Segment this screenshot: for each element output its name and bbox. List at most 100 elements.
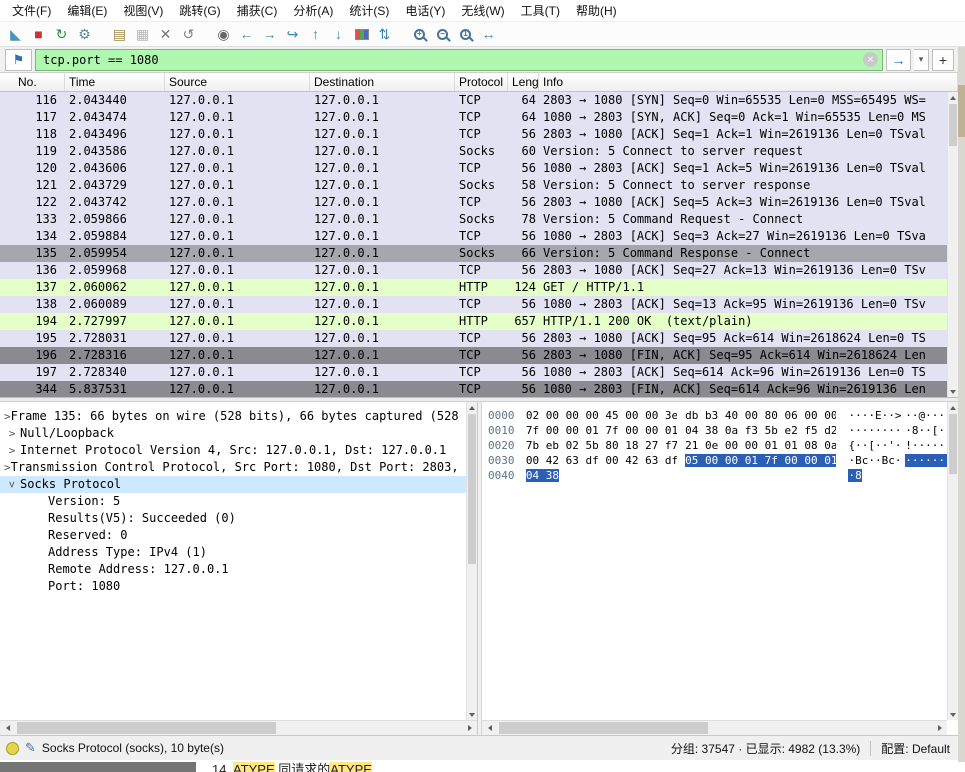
scroll-left-icon[interactable] — [0, 721, 15, 735]
start-capture-button[interactable]: ◣ — [4, 23, 27, 45]
scroll-up-icon[interactable] — [467, 402, 477, 413]
display-filter-input[interactable]: tcp.port == 1080 ✕ — [35, 49, 883, 71]
column-header-source[interactable]: Source — [165, 73, 310, 91]
detail-row[interactable]: >Socks Protocol — [0, 476, 477, 493]
details-hscroll-thumb[interactable] — [17, 722, 276, 734]
scroll-right-icon[interactable] — [462, 721, 477, 735]
zoom-reset-button[interactable]: 1 — [454, 23, 477, 45]
scroll-up-icon[interactable] — [948, 92, 958, 103]
detail-row[interactable]: >Transmission Control Protocol, Src Port… — [0, 459, 477, 476]
packet-row[interactable]: 1222.043742127.0.0.1127.0.0.1TCP562803 →… — [0, 194, 958, 211]
column-header-destination[interactable]: Destination — [310, 73, 455, 91]
packet-row[interactable]: 1332.059866127.0.0.1127.0.0.1Socks78Vers… — [0, 211, 958, 228]
menu-item-edit[interactable]: 编辑(E) — [59, 0, 115, 22]
packet-row[interactable]: 1382.060089127.0.0.1127.0.0.1TCP561080 →… — [0, 296, 958, 313]
detail-row[interactable]: Address Type: IPv4 (1) — [0, 544, 477, 561]
menu-item-capture[interactable]: 捕获(C) — [229, 0, 286, 22]
packet-row[interactable]: 1942.727997127.0.0.1127.0.0.1HTTP657HTTP… — [0, 313, 958, 330]
packet-row[interactable]: 1162.043440127.0.0.1127.0.0.1TCP642803 →… — [0, 92, 958, 109]
packet-row[interactable]: 1362.059968127.0.0.1127.0.0.1TCP562803 →… — [0, 262, 958, 279]
column-header-info[interactable]: Info — [539, 73, 958, 91]
scroll-down-icon[interactable] — [467, 709, 477, 720]
save-file-button[interactable]: ▦ — [131, 23, 154, 45]
hex-row[interactable]: 00207b eb 02 5b 80 18 27 f721 0e 00 00 0… — [488, 438, 958, 453]
filter-apply-button[interactable]: → — [886, 49, 911, 71]
open-file-button[interactable]: ▤ — [108, 23, 131, 45]
detail-row[interactable]: Port: 1080 — [0, 578, 477, 595]
menu-item-file[interactable]: 文件(F) — [4, 0, 59, 22]
detail-row[interactable]: Results(V5): Succeeded (0) — [0, 510, 477, 527]
packet-row[interactable]: 1182.043496127.0.0.1127.0.0.1TCP562803 →… — [0, 126, 958, 143]
expander-icon[interactable]: > — [4, 408, 11, 425]
hex-row[interactable]: 004004 38·8 — [488, 468, 958, 483]
go-forward-button[interactable]: → — [258, 23, 281, 45]
resize-columns-button[interactable]: ↔ — [477, 23, 500, 45]
status-profile[interactable]: 配置: Default — [881, 740, 950, 757]
packet-row[interactable]: 1352.059954127.0.0.1127.0.0.1Socks66Vers… — [0, 245, 958, 262]
details-hscrollbar[interactable] — [0, 720, 477, 735]
scroll-down-icon[interactable] — [948, 709, 958, 720]
packet-row[interactable]: 1202.043606127.0.0.1127.0.0.1TCP561080 →… — [0, 160, 958, 177]
detail-row[interactable]: Reserved: 0 — [0, 527, 477, 544]
go-to-top-button[interactable]: ↑ — [304, 23, 327, 45]
column-header-no[interactable]: No. — [0, 73, 65, 91]
capture-options-button[interactable]: ⚙ — [73, 23, 96, 45]
reload-button[interactable]: ↺ — [177, 23, 200, 45]
go-back-button[interactable]: ← — [235, 23, 258, 45]
scroll-down-icon[interactable] — [948, 386, 958, 397]
packet-row[interactable]: 1372.060062127.0.0.1127.0.0.1HTTP124GET … — [0, 279, 958, 296]
packet-row[interactable]: 1962.728316127.0.0.1127.0.0.1TCP562803 →… — [0, 347, 958, 364]
capture-comment-icon[interactable]: ✎ — [25, 740, 36, 756]
menu-item-go[interactable]: 跳转(G) — [171, 0, 228, 22]
colorize-toggle-button[interactable] — [350, 23, 373, 45]
filter-clear-icon[interactable]: ✕ — [863, 52, 878, 67]
details-scrollbar[interactable] — [466, 402, 477, 720]
hex-row[interactable]: 00107f 00 00 01 7f 00 00 0104 38 0a f3 5… — [488, 423, 958, 438]
zoom-out-button[interactable]: − — [431, 23, 454, 45]
go-to-packet-button[interactable]: ↪ — [281, 23, 304, 45]
bytes-scrollbar[interactable] — [947, 402, 958, 720]
hex-row[interactable]: 003000 42 63 df 00 42 63 df05 00 00 01 7… — [488, 453, 958, 468]
auto-scroll-toggle-button[interactable]: ⇅ — [373, 23, 396, 45]
restart-capture-button[interactable]: ↻ — [50, 23, 73, 45]
expander-icon[interactable]: > — [4, 477, 21, 493]
menu-item-view[interactable]: 视图(V) — [115, 0, 171, 22]
filter-add-button[interactable]: + — [932, 49, 954, 71]
details-scroll-thumb[interactable] — [468, 414, 476, 564]
filter-bookmark-button[interactable]: ⚑ — [5, 49, 32, 71]
column-header-protocol[interactable]: Protocol — [455, 73, 508, 91]
packet-row[interactable]: 1342.059884127.0.0.1127.0.0.1TCP561080 →… — [0, 228, 958, 245]
detail-row[interactable]: >Frame 135: 66 bytes on wire (528 bits),… — [0, 408, 477, 425]
column-header-time[interactable]: Time — [65, 73, 165, 91]
expert-info-icon[interactable] — [6, 742, 19, 755]
packet-list-scroll-thumb[interactable] — [949, 104, 957, 146]
go-to-bottom-button[interactable]: ↓ — [327, 23, 350, 45]
menu-item-statistics[interactable]: 统计(S) — [341, 0, 397, 22]
menu-item-analyze[interactable]: 分析(A) — [285, 0, 341, 22]
bytes-hscroll-thumb[interactable] — [499, 722, 708, 734]
packet-row[interactable]: 1212.043729127.0.0.1127.0.0.1Socks58Vers… — [0, 177, 958, 194]
menu-item-tools[interactable]: 工具(T) — [513, 0, 568, 22]
expander-icon[interactable]: > — [4, 425, 20, 442]
column-header-lengtl[interactable]: Lengtl — [508, 73, 539, 91]
packet-row[interactable]: 3445.837531127.0.0.1127.0.0.1TCP561080 →… — [0, 381, 958, 398]
scroll-left-icon[interactable] — [482, 721, 497, 735]
bytes-scroll-thumb[interactable] — [949, 414, 957, 474]
packet-list-scrollbar[interactable] — [947, 92, 958, 397]
menu-item-wireless[interactable]: 无线(W) — [453, 0, 512, 22]
packet-row[interactable]: 1972.728340127.0.0.1127.0.0.1TCP561080 →… — [0, 364, 958, 381]
filter-history-dropdown[interactable]: ▾ — [914, 49, 929, 71]
stop-capture-button[interactable]: ■ — [27, 23, 50, 45]
scroll-right-icon[interactable] — [932, 721, 947, 735]
zoom-in-button[interactable]: + — [408, 23, 431, 45]
packet-row[interactable]: 1172.043474127.0.0.1127.0.0.1TCP641080 →… — [0, 109, 958, 126]
expander-icon[interactable]: > — [4, 442, 20, 459]
packet-row[interactable]: 1952.728031127.0.0.1127.0.0.1TCP562803 →… — [0, 330, 958, 347]
detail-row[interactable]: >Internet Protocol Version 4, Src: 127.0… — [0, 442, 477, 459]
detail-row[interactable]: >Null/Loopback — [0, 425, 477, 442]
detail-row[interactable]: Remote Address: 127.0.0.1 — [0, 561, 477, 578]
packet-row[interactable]: 1192.043586127.0.0.1127.0.0.1Socks60Vers… — [0, 143, 958, 160]
expander-icon[interactable]: > — [4, 459, 11, 476]
menu-item-help[interactable]: 帮助(H) — [568, 0, 625, 22]
hex-row[interactable]: 000002 00 00 00 45 00 00 3edb b3 40 00 8… — [488, 408, 958, 423]
